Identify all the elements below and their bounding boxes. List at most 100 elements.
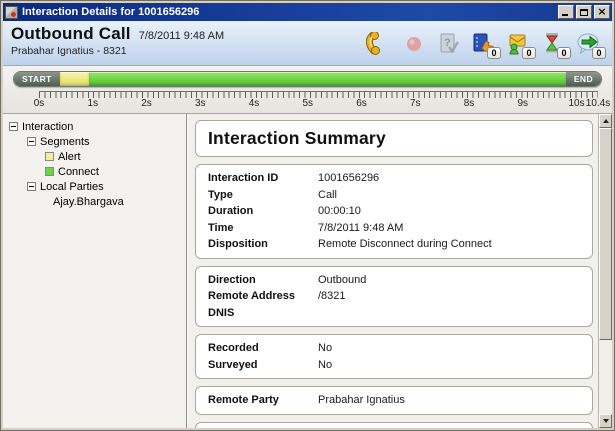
summary-row-value [318, 305, 580, 322]
attributes-button[interactable]: 0 [471, 29, 497, 59]
summary-row: DNIS [208, 305, 580, 322]
tree-node-interaction[interactable]: Interaction [9, 119, 184, 134]
window-title: Interaction Details for 1001656296 [22, 6, 556, 18]
tree-node-interaction-label: Interaction [22, 121, 73, 133]
summary-group: DirectionOutboundRemote Address/8321DNIS [195, 266, 593, 328]
tree-node-connect[interactable]: Connect [9, 164, 184, 179]
timeline-segments [60, 72, 566, 86]
ruler-tick-label: 2s [141, 98, 152, 109]
summary-group: RecordedNoSurveyedNo [195, 334, 593, 379]
scroll-down-button[interactable] [599, 414, 612, 428]
events-count-badge: 0 [557, 47, 571, 59]
vertical-scrollbar[interactable] [598, 114, 612, 428]
related-count-badge: 0 [592, 47, 606, 59]
tree-node-local-parties[interactable]: Local Parties [9, 179, 184, 194]
toolbar: ? 0 0 [366, 24, 606, 63]
summary-groups: Interaction ID1001656296TypeCallDuration… [195, 164, 593, 428]
summary-row-label: DNIS [208, 305, 318, 322]
summary-row-value: Remote Disconnect during Connect [318, 236, 580, 253]
summary-row-value: Outbound [318, 272, 580, 289]
timeline-bar: START END [13, 71, 602, 87]
connect-color-swatch [45, 167, 54, 176]
tags-button[interactable]: 0 [506, 29, 532, 59]
summary-row-label: Surveyed [208, 357, 318, 374]
summary-row: DispositionRemote Disconnect during Conn… [208, 236, 580, 253]
scorecard-button[interactable]: ? [436, 29, 462, 59]
summary-row-label: Disposition [208, 236, 318, 253]
summary-row-value: Prabahar Ignatius [318, 392, 580, 409]
summary-row: TypeCall [208, 187, 580, 204]
summary-row-value: 00:00:10 [318, 203, 580, 220]
summary-row-value: No [318, 340, 580, 357]
record-icon [406, 36, 422, 52]
ruler-tick-label: 4s [249, 98, 260, 109]
ruler-tick-label: 10s [568, 98, 584, 109]
main-area: Interaction Segments Alert Connect Local… [3, 113, 612, 428]
scroll-up-button[interactable] [599, 114, 612, 128]
summary-row-label: Duration [208, 203, 318, 220]
summary-row: Duration00:00:10 [208, 203, 580, 220]
summary-row: RecordedNo [208, 340, 580, 357]
tree-node-alert-label: Alert [58, 151, 81, 163]
ruler-tick-label: 8s [464, 98, 475, 109]
summary-row-value: Call [318, 187, 580, 204]
summary-row-value: No [318, 357, 580, 374]
maximize-button[interactable] [576, 5, 592, 19]
summary-row-value: 1001656296 [318, 170, 580, 187]
events-button[interactable]: 0 [541, 29, 567, 59]
summary-row: Interaction ID1001656296 [208, 170, 580, 187]
start-handle[interactable]: START [14, 72, 60, 86]
attributes-count-badge: 0 [487, 47, 501, 59]
call-type-title: Outbound Call [11, 24, 131, 44]
ruler-tick-label: 1s [87, 98, 98, 109]
summary-group: Local PartiesAjay.Bhargava [195, 422, 593, 429]
call-header: Outbound Call 7/8/2011 9:48 AM Prabahar … [3, 21, 612, 66]
ruler-ticks [39, 91, 598, 98]
tree-node-segments[interactable]: Segments [9, 134, 184, 149]
summary-row-value: Ajay.Bhargava [318, 428, 580, 429]
timeline-segment-connect[interactable] [89, 72, 566, 86]
arrow-down-icon [603, 419, 609, 423]
end-handle[interactable]: END [566, 72, 601, 86]
titlebar: Interaction Details for 1001656296 × [3, 3, 612, 21]
scrollbar-track[interactable] [599, 128, 612, 414]
tree-node-alert[interactable]: Alert [9, 149, 184, 164]
summary-panel: Interaction Summary Interaction ID100165… [188, 114, 598, 428]
summary-row-label: Direction [208, 272, 318, 289]
summary-row: Remote Address/8321 [208, 288, 580, 305]
minimize-button[interactable] [558, 5, 574, 19]
summary-row-label: Interaction ID [208, 170, 318, 187]
call-party: Prabahar Ignatius - 8321 [11, 45, 366, 57]
ruler-tick-label: 10.4s [586, 98, 610, 109]
ruler-tick-label: 7s [410, 98, 421, 109]
interaction-details-window: Interaction Details for 1001656296 × Out… [0, 0, 615, 431]
collapse-icon[interactable] [27, 137, 36, 146]
summary-row-label: Recorded [208, 340, 318, 357]
collapse-icon[interactable] [27, 182, 36, 191]
tree-node-local-party-label: Ajay.Bhargava [53, 196, 124, 208]
scrollbar-thumb[interactable] [599, 128, 612, 340]
summary-row-label: Local Parties [208, 428, 318, 429]
close-button[interactable]: × [594, 5, 610, 19]
summary-row-value: 7/8/2011 9:48 AM [318, 220, 580, 237]
call-phone-button[interactable] [366, 29, 392, 59]
summary-row-label: Type [208, 187, 318, 204]
summary-row: SurveyedNo [208, 357, 580, 374]
tree-node-local-party[interactable]: Ajay.Bhargava [9, 194, 184, 209]
summary-row-label: Remote Party [208, 392, 318, 409]
related-button[interactable]: 0 [576, 29, 602, 59]
collapse-icon[interactable] [9, 122, 18, 131]
scorecard-icon: ? [439, 33, 459, 55]
tree-node-local-parties-label: Local Parties [40, 181, 104, 193]
summary-row: Local PartiesAjay.Bhargava [208, 428, 580, 429]
summary-row-label: Time [208, 220, 318, 237]
tree-node-connect-label: Connect [58, 166, 99, 178]
alert-color-swatch [45, 152, 54, 161]
record-button[interactable] [401, 29, 427, 59]
timeline-segment-alert[interactable] [60, 72, 89, 86]
summary-row: Remote PartyPrabahar Ignatius [208, 392, 580, 409]
summary-row-label: Remote Address [208, 288, 318, 305]
tree-node-segments-label: Segments [40, 136, 90, 148]
ruler-tick-label: 3s [195, 98, 206, 109]
ruler-tick-label: 9s [517, 98, 528, 109]
